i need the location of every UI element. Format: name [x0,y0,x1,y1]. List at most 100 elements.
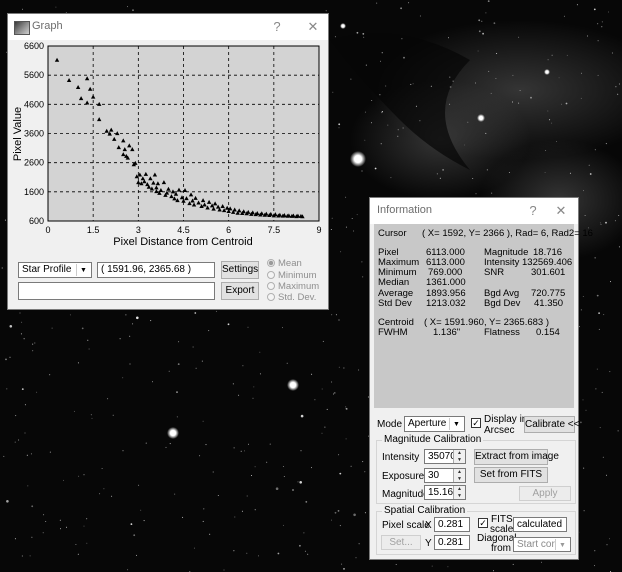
dim-star [334,511,337,514]
dim-star [588,164,590,166]
radio-std-dev-dot [267,293,275,301]
dim-star [545,150,547,151]
x-tick-labels: 0 1.5 3 4.5 6 7.5 9 [45,225,321,235]
dim-star [83,474,85,476]
dim-star [338,319,340,321]
dim-star [300,414,304,418]
dim-star [364,139,366,141]
dim-star [561,103,563,105]
radio-mean[interactable]: Mean [267,258,302,269]
dim-star [132,323,134,325]
dim-star [617,93,619,95]
export-button[interactable]: Export [221,282,259,300]
dim-star [589,173,592,175]
dim-star [234,516,236,518]
close-icon[interactable]: ✕ [550,201,572,221]
bgd-dev-label: Bgd Dev [484,298,521,309]
pixel-scale-label: Pixel scale [382,520,430,531]
calibrate-button[interactable]: Calibrate << [524,416,579,433]
dim-star [518,36,520,38]
dim-star [598,312,600,314]
radio-maximum[interactable]: Maximum [267,281,319,292]
close-icon[interactable]: ✕ [302,17,324,37]
calculated-field: calculated [513,517,567,532]
dim-star [107,398,109,400]
set-scale-button[interactable]: Set... [381,535,421,550]
help-button[interactable]: ? [522,201,544,221]
dim-star [400,7,402,10]
dim-star [199,455,201,457]
dim-star [608,11,609,13]
info-titlebar[interactable]: Information ? ✕ [370,198,578,224]
dim-star [321,432,323,434]
flatness-value: 0.154 [536,327,560,338]
dim-star [6,500,9,503]
dim-star [485,12,487,14]
dim-star [20,333,22,335]
dim-star [136,554,137,556]
radio-std-dev[interactable]: Std. Dev. [267,292,316,303]
dim-star [566,54,568,56]
dim-star [353,513,356,517]
dim-star [77,553,79,555]
display-arcsec-checkbox[interactable]: ✓ [471,418,481,428]
pixel-scale-y-input[interactable]: 0.281 [434,535,470,550]
position-readout: ( 1591.96, 2365.68 ) [97,262,215,278]
x-tick-label: 1.5 [87,225,100,235]
dim-star [31,505,34,508]
magnitude-spinner[interactable]: ▲ ▼ [453,486,465,499]
dim-star [491,192,493,194]
dim-star [112,414,114,416]
dim-star [486,169,488,171]
dim-star [333,392,336,394]
help-button[interactable]: ? [266,17,288,37]
fits-scale-checkbox[interactable]: ✓ [478,518,488,528]
x-tick-label: 7.5 [268,225,281,235]
mode-select[interactable]: Aperture ▼ [404,416,465,432]
dim-star [402,127,404,129]
dim-star [258,555,259,557]
dim-star [286,362,288,364]
dim-star [269,443,271,445]
dim-star [381,52,383,54]
dim-star [127,6,128,8]
dim-star [606,544,608,546]
dim-star [482,32,484,35]
start-corner-select[interactable]: Start corner ▼ [513,537,571,552]
magnitude-input[interactable]: 15.16 ▲ ▼ [424,485,466,500]
dim-star [430,85,432,87]
dim-star [397,135,399,137]
dim-star [596,368,598,370]
dim-star [338,123,341,126]
exposure-spinner[interactable]: ▲ ▼ [453,469,465,482]
dim-star [86,518,88,520]
intensity-input[interactable]: 350700 ▲ ▼ [424,449,466,464]
dim-star [42,532,44,534]
dim-star [345,226,347,228]
dim-star [203,508,205,510]
dim-star [332,91,334,93]
apply-button[interactable]: Apply [519,486,571,501]
settings-button[interactable]: Settings [221,261,259,279]
dim-star [601,26,603,28]
extract-from-image-button[interactable]: Extract from image [474,449,559,465]
profile-type-select[interactable]: Star Profile ▼ [18,262,92,278]
set-from-fits-button[interactable]: Set from FITS [474,467,548,483]
dim-star [194,312,197,314]
dim-star [512,101,513,103]
dim-star [565,102,568,105]
dim-star [259,373,261,375]
exposure-input[interactable]: 30 ▲ ▼ [424,468,466,483]
dim-star [45,521,47,522]
dim-star [14,441,16,443]
radio-minimum[interactable]: Minimum [267,270,317,281]
x-tick-label: 9 [316,225,321,235]
dim-star [69,314,71,316]
dim-star [599,427,601,429]
pixel-scale-x-input[interactable]: 0.281 [434,517,470,532]
graph-titlebar[interactable]: Graph ? ✕ [8,14,328,40]
dim-star [205,444,207,446]
radio-maximum-dot [267,282,275,290]
dim-star [83,525,85,527]
intensity-spinner[interactable]: ▲ ▼ [453,450,465,463]
